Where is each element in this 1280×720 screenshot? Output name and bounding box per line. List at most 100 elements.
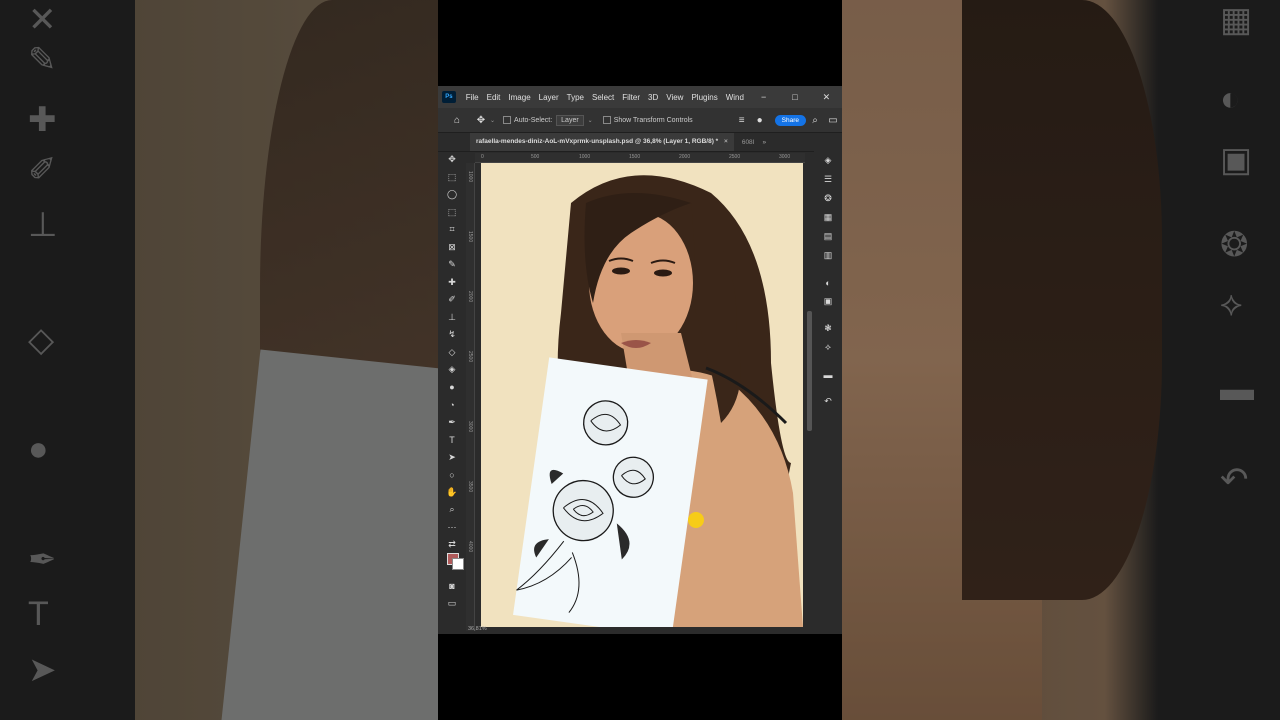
menu-select[interactable]: Select: [588, 93, 618, 102]
ruler-label: 3500: [467, 481, 473, 493]
adjustments-icon[interactable]: ☰: [818, 170, 838, 189]
auto-select-label: Auto-Select:: [514, 116, 553, 124]
ruler-label: 2500: [467, 351, 473, 363]
chevron-down-icon[interactable]: ⌄: [490, 117, 495, 124]
blurred-comment-icon: ▬: [1220, 370, 1254, 408]
maximize-button[interactable]: □: [779, 92, 810, 102]
shape-tool-icon[interactable]: ○: [444, 466, 460, 484]
transform-controls-checkbox[interactable]: Show Transform Controls: [602, 116, 693, 124]
blurred-history-icon: ↶: [1220, 461, 1249, 499]
comments-icon[interactable]: ▬: [818, 365, 838, 384]
eraser-tool-icon[interactable]: ◇: [444, 344, 460, 362]
vertical-scrollbar[interactable]: [807, 311, 812, 431]
menu-filter[interactable]: Filter: [618, 93, 644, 102]
crop-tool-icon[interactable]: ⌗: [444, 221, 460, 239]
vertical-ruler: 1000 1500 2000 2500 3000 3500 4000: [466, 163, 475, 631]
ruler-label: 2500: [729, 154, 741, 160]
paths-icon[interactable]: ⟡: [818, 338, 838, 357]
horizontal-ruler: 0 500 1000 1500 2000 2500 3000: [475, 153, 805, 163]
tab-close-icon[interactable]: ×: [724, 138, 728, 145]
menu-file[interactable]: File: [462, 93, 483, 102]
user-icon[interactable]: ●: [751, 115, 769, 126]
menu-bar: Ps File Edit Image Layer Type Select Fil…: [438, 86, 842, 108]
screen-mode-icon[interactable]: ▭: [444, 595, 460, 613]
workspace-icon[interactable]: ▭: [824, 115, 842, 126]
share-button[interactable]: Share: [774, 114, 807, 126]
gradients-icon[interactable]: ▥: [818, 246, 838, 265]
search-icon[interactable]: ⌕: [806, 115, 824, 126]
swap-colors-icon[interactable]: ⇄: [444, 536, 460, 554]
auto-select-dropdown[interactable]: Layer: [556, 114, 584, 126]
brush-tool-icon[interactable]: ✐: [444, 291, 460, 309]
zoom-tool-icon[interactable]: ⌕: [444, 501, 460, 519]
menu-window[interactable]: Wind: [722, 93, 748, 102]
dim-overlay-right: [842, 0, 1280, 720]
move-tool-icon[interactable]: ✥: [444, 151, 460, 169]
menu-edit[interactable]: Edit: [483, 93, 505, 102]
blurred-arrow-icon: ➤: [28, 651, 57, 689]
type-tool-icon[interactable]: T: [444, 431, 460, 449]
document-tab-bar: rafaella-mendes-diniz-AoL-mVxprmk-unspla…: [438, 133, 842, 152]
menu-type[interactable]: Type: [563, 93, 588, 102]
color-icon[interactable]: ◐: [818, 273, 838, 292]
pen-tool-icon[interactable]: ✒: [444, 414, 460, 432]
dodge-tool-icon[interactable]: ◔: [444, 396, 460, 414]
history-brush-tool-icon[interactable]: ↯: [444, 326, 460, 344]
path-select-tool-icon[interactable]: ➤: [444, 449, 460, 467]
menu-layer[interactable]: Layer: [535, 93, 563, 102]
home-icon[interactable]: ⌂: [448, 115, 466, 126]
ruler-label: 3000: [779, 154, 791, 160]
document-tab[interactable]: rafaella-mendes-diniz-AoL-mVxprmk-unspla…: [470, 133, 734, 151]
menu-view[interactable]: View: [662, 93, 687, 102]
auto-select-checkbox[interactable]: Auto-Select:: [503, 116, 552, 124]
libraries-icon[interactable]: ▣: [818, 292, 838, 311]
layers-icon[interactable]: ◈: [818, 151, 838, 170]
menu-3d[interactable]: 3D: [644, 93, 662, 102]
clone-stamp-tool-icon[interactable]: ⊥: [444, 309, 460, 327]
work-area: ✥ ⬚ ◯ ⬚ ⌗ ⊠ ✎ ✚ ✐ ⊥ ↯ ◇ ◈ ● ◔ ✒ T ➤ ○ ✋ …: [438, 151, 842, 634]
styles-icon[interactable]: ❃: [818, 319, 838, 338]
close-button[interactable]: ✕: [811, 92, 842, 103]
blurred-brush-icon: ✐: [28, 151, 57, 189]
photoshop-window: Ps File Edit Image Layer Type Select Fil…: [438, 86, 842, 634]
blurred-stamp-icon: ⊥: [28, 206, 58, 244]
blurred-drop-icon: ●: [28, 430, 49, 468]
quick-mask-icon[interactable]: ◙: [444, 577, 460, 595]
channels-icon[interactable]: ▦: [818, 208, 838, 227]
ruler-label: 500: [531, 154, 540, 160]
minimize-button[interactable]: −: [748, 92, 779, 102]
blurred-eraser-icon: ◇: [28, 321, 55, 359]
paint-bucket-tool-icon[interactable]: ◈: [444, 361, 460, 379]
document-canvas[interactable]: [481, 163, 803, 627]
ruler-label: 4000: [467, 541, 473, 553]
tab-overflow-icon[interactable]: »: [762, 139, 766, 146]
object-select-tool-icon[interactable]: ⬚: [444, 204, 460, 222]
frame-tool-icon[interactable]: ⊠: [444, 239, 460, 257]
ruler-label: 2000: [679, 154, 691, 160]
swatches-icon[interactable]: ▤: [818, 227, 838, 246]
panels-dock: ◈ ☰ ❂ ▦ ▤ ▥ ◐ ▣ ❃ ⟡ ▬ ↶: [814, 151, 842, 634]
history-icon[interactable]: ↶: [818, 392, 838, 411]
eyedropper-tool-icon[interactable]: ✎: [444, 256, 460, 274]
tools-panel: ✥ ⬚ ◯ ⬚ ⌗ ⊠ ✎ ✚ ✐ ⊥ ↯ ◇ ◈ ● ◔ ✒ T ➤ ○ ✋ …: [442, 151, 464, 634]
second-document-tab[interactable]: 608I: [734, 139, 763, 146]
lasso-tool-icon[interactable]: ◯: [444, 186, 460, 204]
move-tool-icon[interactable]: ✥: [472, 115, 490, 126]
background-color-swatch[interactable]: [452, 558, 464, 570]
blur-tool-icon[interactable]: ●: [444, 379, 460, 397]
blurred-styles-icon: ❂: [1220, 226, 1249, 264]
menu-image[interactable]: Image: [504, 93, 534, 102]
align-icon[interactable]: ≡: [733, 115, 751, 126]
menu-plugins[interactable]: Plugins: [687, 93, 721, 102]
hand-tool-icon[interactable]: ✋: [444, 484, 460, 502]
options-bar: ⌂ ✥ ⌄ Auto-Select: Layer ⌄ Show Transfor…: [438, 108, 842, 133]
blurred-eyedropper-icon: ✎: [28, 41, 57, 79]
blurred-paths-icon: ⟡: [1220, 285, 1243, 323]
healing-brush-tool-icon[interactable]: ✚: [444, 274, 460, 292]
blurred-background-right: ▦ ◐ ▣ ❂ ⟡ ▬ ↶: [842, 0, 1280, 720]
more-tools-icon[interactable]: ⋯: [444, 519, 460, 537]
properties-icon[interactable]: ❂: [818, 189, 838, 208]
blurred-color-icon: ◐: [1220, 80, 1241, 118]
ruler-label: 2000: [467, 291, 473, 303]
marquee-tool-icon[interactable]: ⬚: [444, 169, 460, 187]
